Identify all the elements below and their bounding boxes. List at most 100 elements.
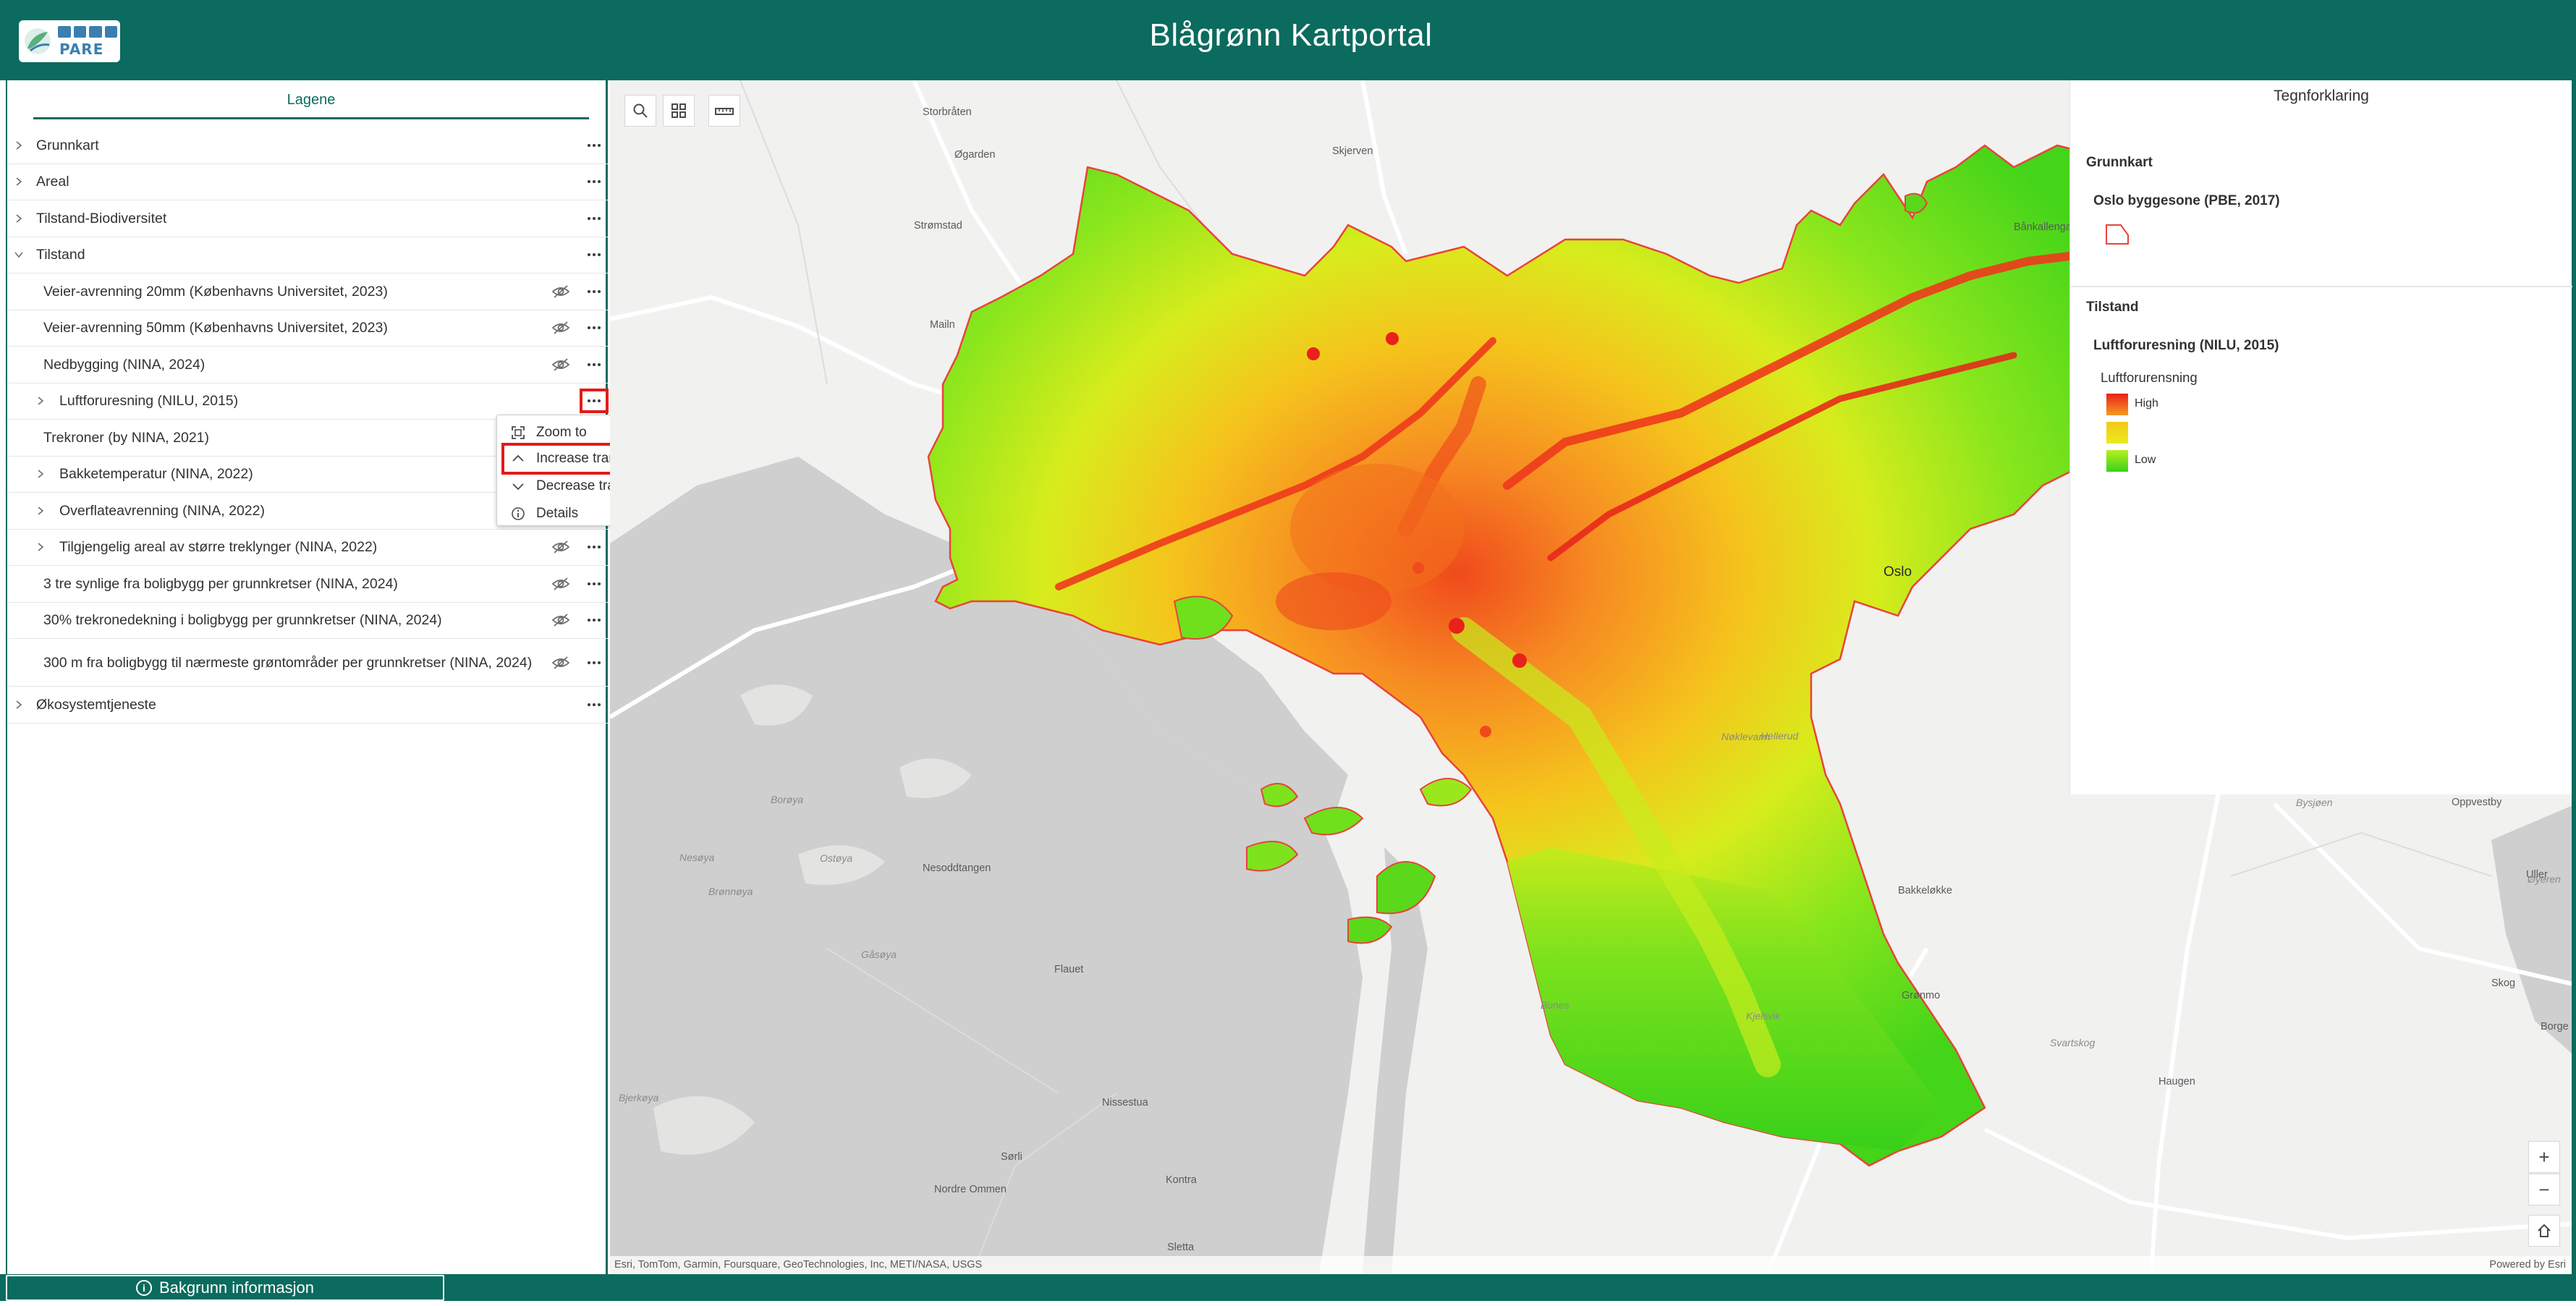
place-label: Borøya bbox=[771, 794, 804, 805]
layer-options-button[interactable] bbox=[584, 539, 604, 555]
visibility-off-icon[interactable] bbox=[551, 612, 570, 628]
place-label: Oslo bbox=[1884, 564, 1912, 580]
place-label: Øyeren bbox=[2528, 873, 2561, 885]
layer-row-tilstand[interactable]: Tilstand bbox=[7, 237, 608, 274]
layer-label: Luftforuresning (NILU, 2015) bbox=[59, 393, 239, 410]
layer-row-30-trekronedekning-i-boligbygg-per-grunnkretser-nina-2024[interactable]: 30% trekronedekning i boligbygg per grun… bbox=[7, 603, 608, 639]
place-label: Nissestua bbox=[1102, 1097, 1148, 1108]
layer-options-button[interactable] bbox=[584, 576, 604, 592]
layer-label: Tilgjengelig areal av større treklynger … bbox=[59, 539, 378, 556]
place-label: Bakkeløkke bbox=[1898, 885, 1952, 896]
layer-row-veier-avrenning-20mm-københavns-universitet-2023[interactable]: Veier-avrenning 20mm (Københavns Univers… bbox=[7, 274, 608, 310]
app-title: Blågrønn Kartportal bbox=[1149, 17, 1433, 53]
layer-options-button[interactable] bbox=[584, 137, 604, 153]
layer-row-300-m-fra-boligbygg-til-nærmeste-grøntområder-per-grunnkretser-nina-2024[interactable]: 300 m fra boligbygg til nærmeste grøntom… bbox=[7, 639, 608, 687]
chevron-right-icon[interactable] bbox=[33, 394, 48, 408]
visibility-off-icon[interactable] bbox=[551, 284, 570, 300]
layer-label: Areal bbox=[36, 174, 69, 190]
place-label: Svartskog bbox=[2050, 1037, 2096, 1048]
layer-row-tilstand-biodiversitet[interactable]: Tilstand-Biodiversitet bbox=[7, 200, 608, 237]
visibility-off-icon[interactable] bbox=[551, 539, 570, 555]
search-tool-button[interactable] bbox=[624, 95, 656, 127]
layer-row-areal[interactable]: Areal bbox=[7, 164, 608, 200]
place-label: Mailn bbox=[930, 319, 955, 331]
chevron-right-icon[interactable] bbox=[12, 138, 26, 153]
legend-label-low: Low bbox=[2135, 454, 2156, 466]
layer-row-veier-avrenning-50mm-københavns-universitet-2023[interactable]: Veier-avrenning 50mm (Københavns Univers… bbox=[7, 310, 608, 347]
place-label: Bånkallenga bbox=[2014, 221, 2072, 233]
layer-options-button[interactable] bbox=[580, 389, 609, 414]
measure-icon bbox=[715, 108, 734, 115]
place-label: Skjerven bbox=[1332, 145, 1373, 157]
place-label: Grønmo bbox=[1902, 990, 1941, 1001]
layer-options-button[interactable] bbox=[584, 211, 604, 226]
layer-row-tilgjengelig-areal-av-større-treklynger-nina-2022[interactable]: Tilgjengelig areal av større treklynger … bbox=[7, 530, 608, 566]
place-label: Storbråten bbox=[923, 106, 972, 118]
basemap-gallery-icon bbox=[671, 103, 686, 118]
basemap-gallery-button[interactable] bbox=[663, 95, 695, 127]
info-icon bbox=[510, 506, 526, 522]
zoom-in-button[interactable]: + bbox=[2528, 1141, 2560, 1173]
info-icon: i bbox=[135, 1280, 152, 1296]
place-label: Kontra bbox=[1166, 1174, 1197, 1186]
layer-options-button[interactable] bbox=[584, 174, 604, 190]
layer-options-button[interactable] bbox=[584, 655, 604, 671]
layer-label: Nedbygging (NINA, 2024) bbox=[43, 356, 206, 373]
menu-item-label: Zoom to bbox=[536, 425, 587, 440]
chevron-right-icon[interactable] bbox=[33, 540, 48, 554]
chevron-up-icon bbox=[510, 451, 526, 467]
layer-row-grunnkart[interactable]: Grunnkart bbox=[7, 127, 608, 164]
legend-panel: Tegnforklaring Grunnkart Oslo byggesone … bbox=[2069, 80, 2572, 794]
chevron-right-icon[interactable] bbox=[33, 504, 48, 518]
bottom-strip bbox=[0, 1301, 2576, 1306]
chevron-right-icon[interactable] bbox=[12, 697, 26, 712]
visibility-off-icon[interactable] bbox=[551, 655, 570, 671]
chevron-right-icon[interactable] bbox=[12, 211, 26, 226]
legend-field-name: Luftforurensning bbox=[2101, 370, 2198, 385]
visibility-off-icon[interactable] bbox=[551, 357, 570, 373]
legend-swatch-high bbox=[2106, 394, 2128, 415]
place-label: Nordre Ommen bbox=[934, 1184, 1007, 1195]
layer-label: 3 tre synlige fra boligbygg per grunnkre… bbox=[43, 575, 398, 592]
place-label: Brønnøya bbox=[708, 886, 753, 897]
legend-swatch-mid bbox=[2106, 422, 2128, 444]
chevron-right-icon[interactable] bbox=[12, 174, 26, 189]
measure-tool-button[interactable] bbox=[708, 95, 740, 127]
layer-label: Tilstand bbox=[36, 247, 85, 263]
layer-panel: Lagene Grunnkart Areal Tilstand-Biodiversi… bbox=[6, 80, 609, 1274]
zoom-out-button[interactable]: − bbox=[2528, 1174, 2560, 1205]
place-label: Nøklevann bbox=[1721, 731, 1770, 742]
layer-label: 30% trekronedekning i boligbygg per grun… bbox=[43, 612, 442, 629]
background-info-button[interactable]: i Bakgrunn informasjon bbox=[6, 1275, 444, 1301]
layer-label: Grunnkart bbox=[36, 137, 99, 153]
legend-group-grunnkart: Grunnkart bbox=[2086, 155, 2153, 170]
layer-options-button[interactable] bbox=[584, 320, 604, 336]
place-label: Bysjøen bbox=[2296, 797, 2333, 808]
legend-title: Tegnforklaring bbox=[2274, 88, 2369, 104]
home-button[interactable] bbox=[2528, 1215, 2560, 1247]
tab-layers[interactable]: Lagene bbox=[33, 83, 589, 119]
place-label: Oppvestby bbox=[2452, 797, 2502, 808]
powered-by-esri[interactable]: Powered by Esri bbox=[2489, 1259, 2566, 1271]
layer-options-button[interactable] bbox=[584, 357, 604, 373]
search-icon bbox=[633, 103, 648, 118]
place-label: Gåsøya bbox=[861, 949, 897, 960]
background-info-label: Bakgrunn informasjon bbox=[158, 1279, 314, 1297]
map-attribution: Esri, TomTom, Garmin, Foursquare, GeoTec… bbox=[610, 1256, 2572, 1274]
layer-options-button[interactable] bbox=[584, 612, 604, 628]
place-label: Borge bbox=[2541, 1021, 2569, 1032]
home-icon bbox=[2538, 1224, 2551, 1237]
visibility-off-icon[interactable] bbox=[551, 576, 570, 592]
layer-row-økosystemtjeneste[interactable]: Økosystemtjeneste bbox=[7, 687, 608, 724]
layer-row-3-tre-synlige-fra-boligbygg-per-grunnkretser-nina-2024[interactable]: 3 tre synlige fra boligbygg per grunnkre… bbox=[7, 566, 608, 603]
layer-options-button[interactable] bbox=[584, 284, 604, 300]
layer-options-button[interactable] bbox=[584, 697, 604, 713]
layer-row-nedbygging-nina-2024[interactable]: Nedbygging (NINA, 2024) bbox=[7, 347, 608, 383]
chevron-down-icon[interactable] bbox=[12, 247, 26, 262]
layer-options-button[interactable] bbox=[584, 247, 604, 263]
zoom-to-icon bbox=[510, 425, 526, 441]
layer-label: Trekroner (by NINA, 2021) bbox=[43, 429, 210, 446]
chevron-right-icon[interactable] bbox=[33, 467, 48, 481]
visibility-off-icon[interactable] bbox=[551, 320, 570, 336]
place-label: Sørli bbox=[1001, 1151, 1022, 1163]
